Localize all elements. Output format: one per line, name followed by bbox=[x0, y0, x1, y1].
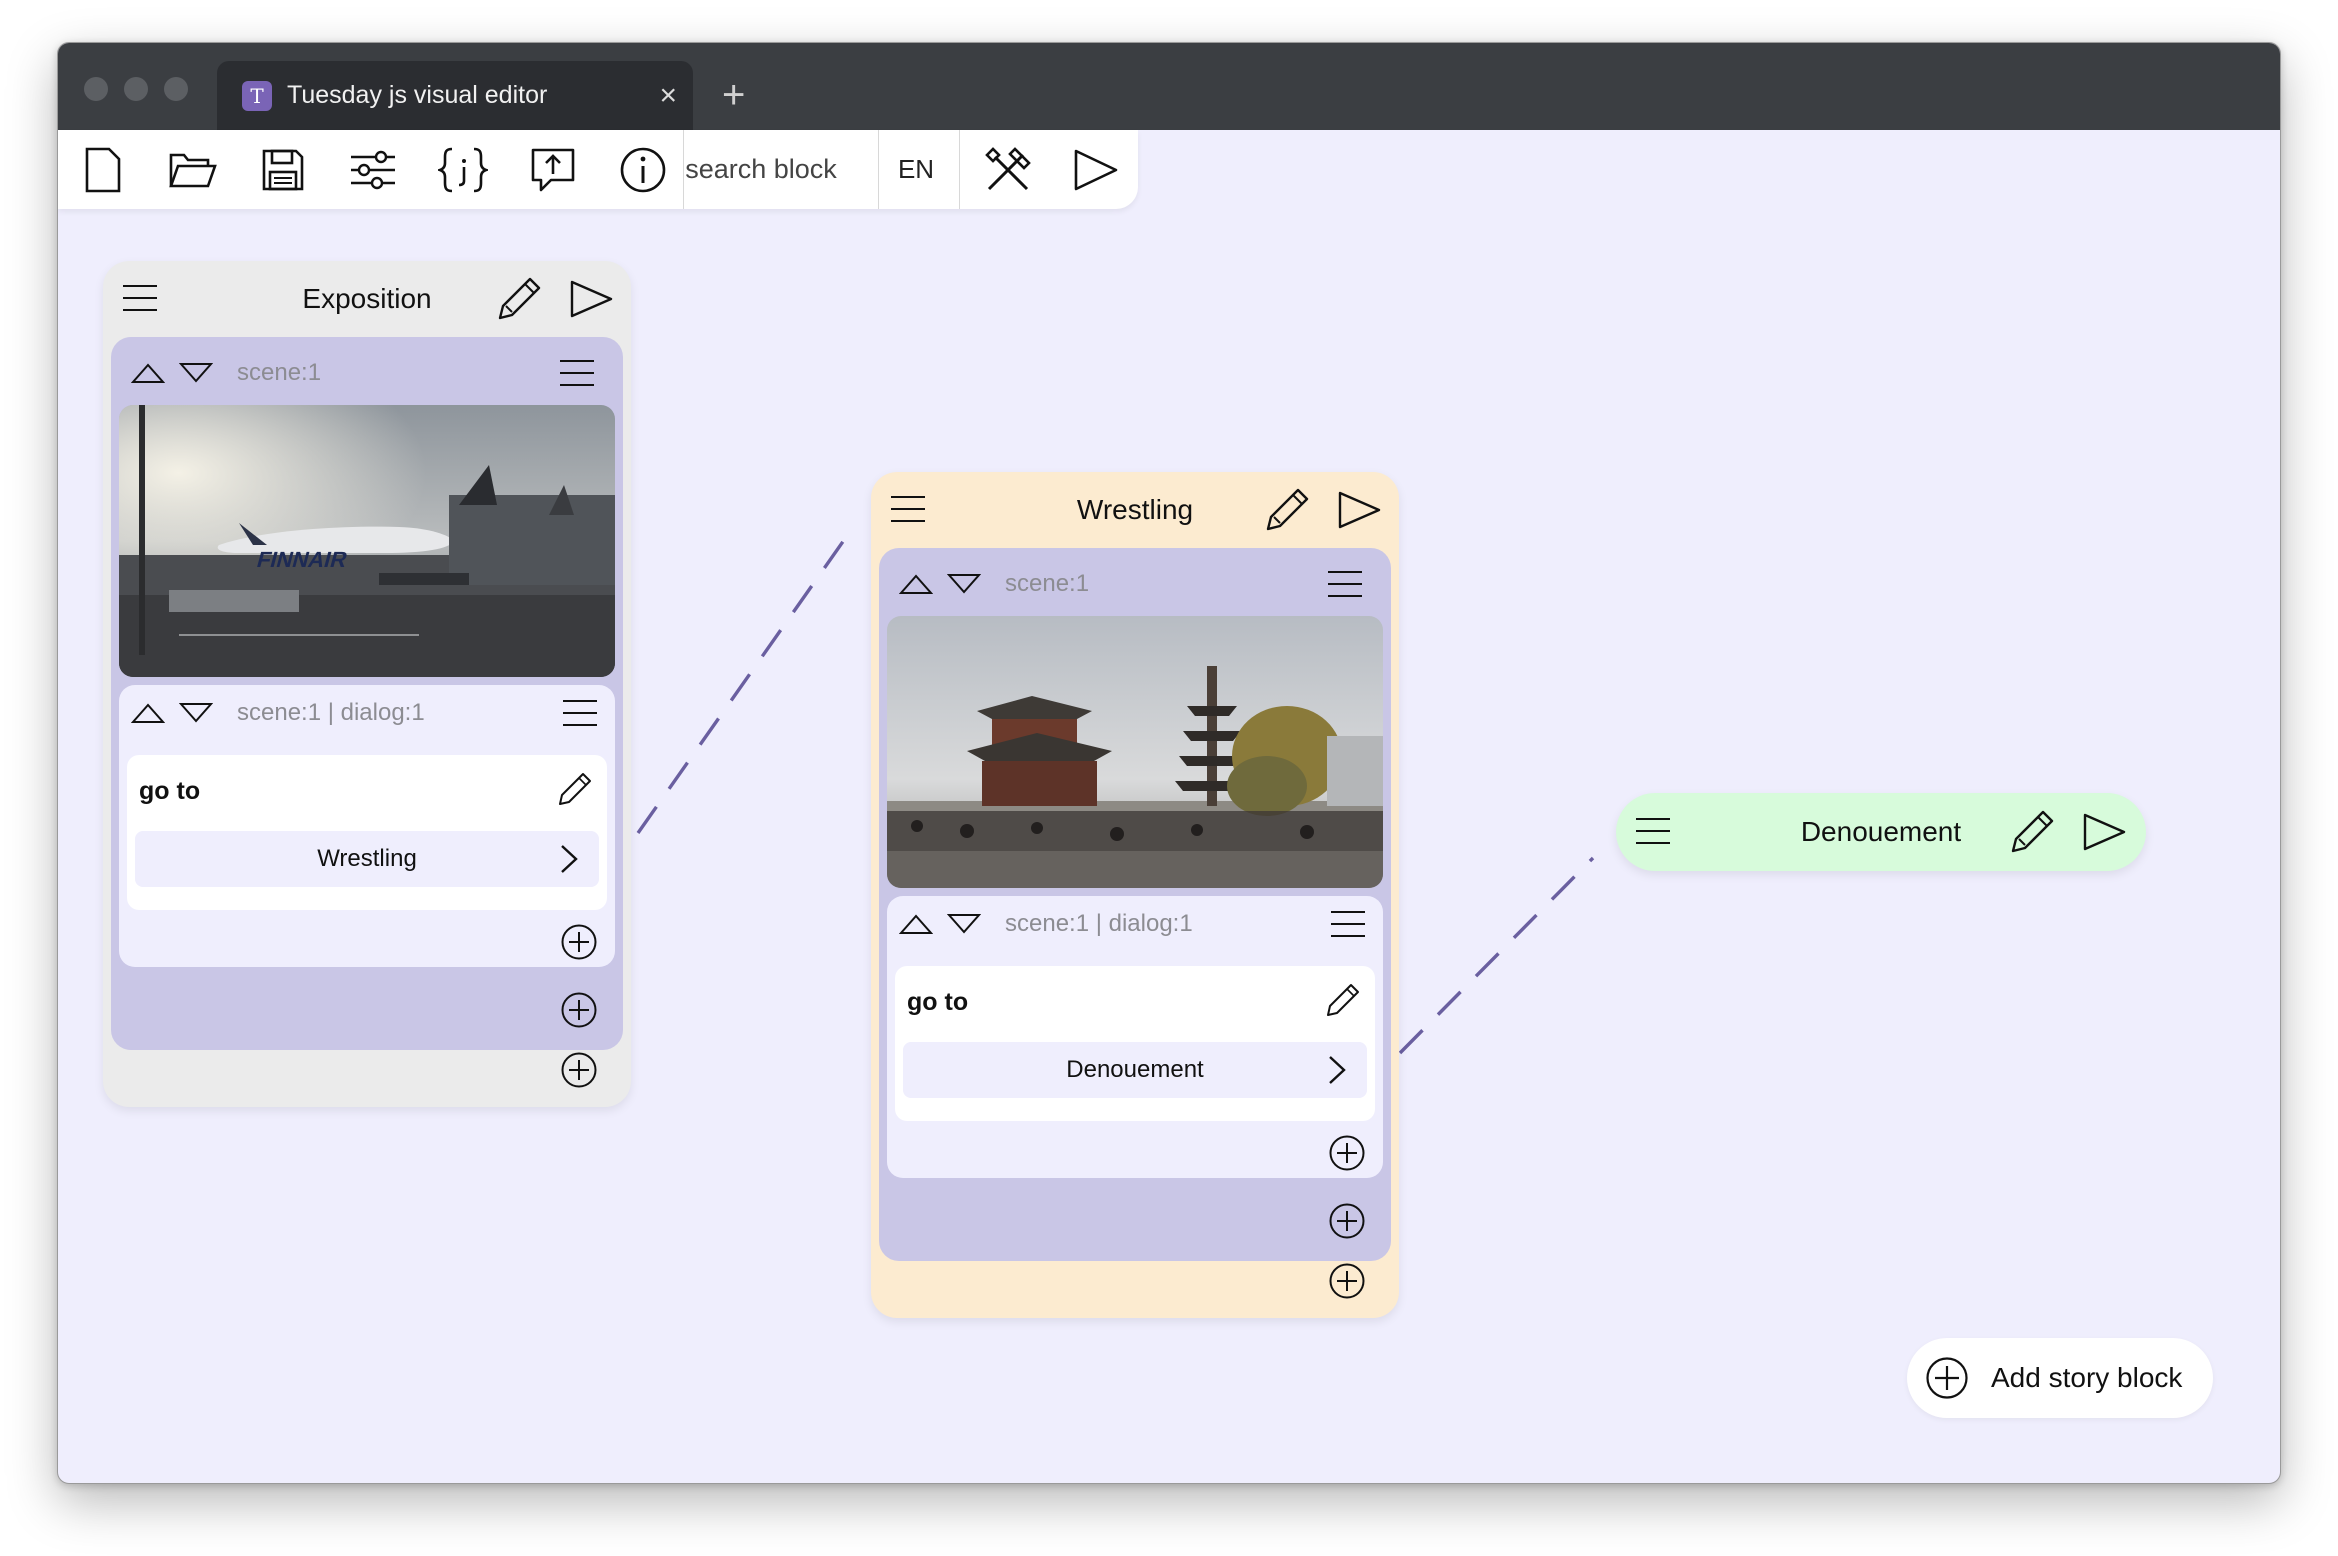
svg-text:FINNAIR: FINNAIR bbox=[254, 547, 350, 572]
move-down-icon[interactable] bbox=[947, 573, 981, 595]
play-block-icon[interactable] bbox=[569, 279, 615, 319]
menu-icon[interactable] bbox=[561, 698, 599, 728]
menu-icon[interactable] bbox=[121, 283, 159, 313]
scene-label: scene:1 bbox=[237, 359, 322, 386]
scene-image-airport: FINNAIR bbox=[119, 405, 615, 677]
goto-action-card: go to Wrestling bbox=[127, 755, 607, 910]
play-block-icon[interactable] bbox=[1337, 490, 1383, 530]
edit-pencil-icon[interactable] bbox=[1265, 486, 1311, 532]
add-circle-icon bbox=[1926, 1357, 1968, 1399]
scene-card[interactable]: scene:1 bbox=[111, 337, 623, 1050]
dialog-card[interactable]: scene:1 | dialog:1 go to Denouement bbox=[887, 896, 1383, 1178]
story-block-wrestling[interactable]: Wrestling scene:1 scene:1 | dialog:1 go … bbox=[871, 472, 1399, 1318]
block-title: Denouement bbox=[1800, 816, 1962, 847]
block-header: Denouement bbox=[1616, 793, 2146, 871]
temple-pagoda-photo bbox=[887, 616, 1383, 888]
move-up-icon[interactable] bbox=[899, 913, 933, 935]
goto-target-label: Wrestling bbox=[317, 845, 417, 872]
connector-wrestling-denouement bbox=[1398, 856, 1595, 1055]
add-story-block-label: Add story block bbox=[1991, 1362, 2183, 1393]
menu-icon[interactable] bbox=[1329, 909, 1367, 939]
menu-icon[interactable] bbox=[558, 358, 596, 388]
move-down-icon[interactable] bbox=[179, 362, 213, 384]
add-action-icon[interactable] bbox=[1328, 1134, 1366, 1172]
dialog-card[interactable]: scene:1 | dialog:1 go to Wrestling bbox=[119, 685, 615, 967]
goto-target-button[interactable]: Denouement bbox=[903, 1042, 1367, 1098]
goto-action-card: go to Denouement bbox=[895, 966, 1375, 1121]
goto-label: go to bbox=[139, 777, 201, 805]
add-scene-icon[interactable] bbox=[1328, 1262, 1366, 1300]
browser-window: T Tuesday js visual editor × + search bl… bbox=[57, 42, 2281, 1484]
edit-pencil-icon[interactable] bbox=[2010, 808, 2056, 854]
connector-exposition-wrestling bbox=[636, 532, 851, 834]
add-dialog-icon[interactable] bbox=[560, 991, 598, 1029]
edit-pencil-icon[interactable] bbox=[557, 771, 593, 807]
add-action-icon[interactable] bbox=[560, 923, 598, 961]
scene-label: scene:1 bbox=[1005, 570, 1090, 597]
block-header: Wrestling bbox=[871, 472, 1399, 548]
dialog-label: scene:1 | dialog:1 bbox=[237, 699, 425, 726]
edit-pencil-icon[interactable] bbox=[1325, 982, 1361, 1018]
move-up-icon[interactable] bbox=[131, 702, 165, 724]
move-down-icon[interactable] bbox=[947, 913, 981, 935]
dialog-label: scene:1 | dialog:1 bbox=[1005, 910, 1193, 937]
scene-image-temple bbox=[887, 616, 1383, 888]
story-block-denouement[interactable]: Denouement bbox=[1616, 793, 2146, 871]
menu-icon[interactable] bbox=[1634, 816, 1672, 846]
move-up-icon[interactable] bbox=[131, 362, 165, 384]
chevron-right-icon bbox=[561, 845, 578, 873]
chevron-right-icon bbox=[1329, 1056, 1346, 1084]
story-block-exposition[interactable]: Exposition scene:1 FINNAIR scene:1 | dia… bbox=[103, 261, 631, 1107]
scene-card[interactable]: scene:1 bbox=[879, 548, 1391, 1261]
play-block-icon[interactable] bbox=[2082, 812, 2128, 852]
move-down-icon[interactable] bbox=[179, 702, 213, 724]
block-title: Wrestling bbox=[1076, 494, 1194, 525]
add-story-block-button[interactable]: Add story block bbox=[1907, 1338, 2213, 1418]
block-title: Exposition bbox=[302, 283, 432, 314]
block-header: Exposition bbox=[103, 261, 631, 337]
edit-pencil-icon[interactable] bbox=[497, 275, 543, 321]
goto-target-label: Denouement bbox=[1066, 1056, 1204, 1083]
airport-plane-photo: FINNAIR bbox=[119, 405, 615, 677]
goto-label: go to bbox=[907, 988, 969, 1016]
menu-icon[interactable] bbox=[1326, 569, 1364, 599]
menu-icon[interactable] bbox=[889, 494, 927, 524]
move-up-icon[interactable] bbox=[899, 573, 933, 595]
goto-target-button[interactable]: Wrestling bbox=[135, 831, 599, 887]
add-dialog-icon[interactable] bbox=[1328, 1202, 1366, 1240]
add-scene-icon[interactable] bbox=[560, 1051, 598, 1089]
